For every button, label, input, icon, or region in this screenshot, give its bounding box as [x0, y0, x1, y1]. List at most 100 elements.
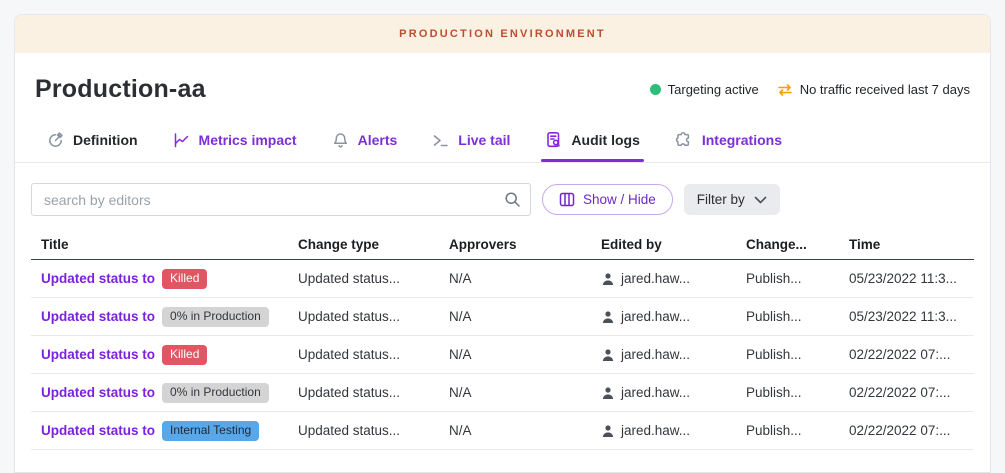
bell-icon — [332, 132, 349, 149]
table-body: Updated status to Killed Updated status.… — [31, 260, 974, 450]
approvers-cell: N/A — [449, 271, 601, 286]
change-cell: Publish... — [746, 271, 849, 286]
traffic-status-label: No traffic received last 7 days — [800, 82, 970, 97]
audit-logs-table: Title Change type Approvers Edited by Ch… — [31, 230, 974, 450]
change-cell: Publish... — [746, 347, 849, 362]
status-badge: Internal Testing — [162, 421, 259, 441]
edited-by-name: jared.haw... — [621, 347, 690, 362]
audit-entry-link[interactable]: Updated status to — [41, 271, 155, 286]
metrics-icon — [173, 132, 190, 149]
edited-by-name: jared.haw... — [621, 309, 690, 324]
change-type-cell: Updated status... — [298, 423, 449, 438]
audit-entry-link[interactable]: Updated status to — [41, 385, 155, 400]
column-header-title: Title — [31, 237, 298, 252]
column-header-change-type: Change type — [298, 237, 449, 252]
environment-card: PRODUCTION ENVIRONMENT Production-aa Tar… — [14, 14, 991, 473]
filter-by-button[interactable]: Filter by — [684, 184, 780, 215]
table-row: Updated status to 0% in Production Updat… — [31, 374, 974, 412]
search-wrap — [31, 183, 531, 216]
title-cell: Updated status to Killed — [31, 345, 298, 365]
column-header-change: Change... — [746, 237, 849, 252]
tab-integrations[interactable]: Integrations — [675, 118, 782, 162]
edited-by-cell: jared.haw... — [601, 309, 746, 324]
page-header: Production-aa Targeting active No traffi… — [15, 53, 990, 118]
tab-bar: Definition Metrics impact Alerts — [15, 118, 990, 163]
edited-by-name: jared.haw... — [621, 385, 690, 400]
time-cell: 02/22/2022 07:... — [849, 347, 974, 362]
definition-icon — [47, 132, 64, 149]
tab-metrics-impact[interactable]: Metrics impact — [173, 118, 297, 162]
approvers-cell: N/A — [449, 423, 601, 438]
traffic-arrows-icon — [777, 83, 793, 97]
person-icon — [601, 272, 615, 286]
tab-alerts-label: Alerts — [358, 132, 398, 148]
column-header-time: Time — [849, 237, 974, 252]
approvers-cell: N/A — [449, 309, 601, 324]
puzzle-icon — [675, 131, 693, 149]
edited-by-name: jared.haw... — [621, 271, 690, 286]
title-cell: Updated status to Killed — [31, 269, 298, 289]
targeting-status-label: Targeting active — [668, 82, 759, 97]
time-cell: 05/23/2022 11:3... — [849, 309, 974, 324]
tab-integrations-label: Integrations — [702, 132, 782, 148]
edited-by-cell: jared.haw... — [601, 271, 746, 286]
table-row: Updated status to Internal Testing Updat… — [31, 412, 974, 450]
person-icon — [601, 310, 615, 324]
banner-label: PRODUCTION ENVIRONMENT — [399, 28, 606, 40]
change-cell: Publish... — [746, 423, 849, 438]
edited-by-cell: jared.haw... — [601, 347, 746, 362]
status-badge: Killed — [162, 269, 207, 289]
audit-entry-link[interactable]: Updated status to — [41, 423, 155, 438]
table-row: Updated status to Killed Updated status.… — [31, 336, 974, 374]
edited-by-cell: jared.haw... — [601, 423, 746, 438]
status-group: Targeting active No traffic received las… — [650, 82, 970, 97]
terminal-icon — [432, 132, 449, 149]
change-cell: Publish... — [746, 385, 849, 400]
person-icon — [601, 424, 615, 438]
title-cell: Updated status to Internal Testing — [31, 421, 298, 441]
audit-entry-link[interactable]: Updated status to — [41, 309, 155, 324]
traffic-status: No traffic received last 7 days — [777, 82, 970, 97]
approvers-cell: N/A — [449, 347, 601, 362]
tab-audit-logs-label: Audit logs — [571, 132, 639, 148]
toolbar: Show / Hide Filter by — [15, 163, 990, 226]
columns-icon — [559, 192, 575, 207]
audit-log-icon — [545, 131, 562, 149]
green-dot-icon — [650, 84, 661, 95]
table-row: Updated status to Killed Updated status.… — [31, 260, 974, 298]
change-cell: Publish... — [746, 309, 849, 324]
column-header-approvers: Approvers — [449, 237, 601, 252]
targeting-status: Targeting active — [650, 82, 759, 97]
show-hide-label: Show / Hide — [583, 192, 656, 207]
edited-by-name: jared.haw... — [621, 423, 690, 438]
search-icon — [504, 191, 521, 213]
table-row: Updated status to 0% in Production Updat… — [31, 298, 974, 336]
tab-live-tail-label: Live tail — [458, 132, 510, 148]
tab-metrics-impact-label: Metrics impact — [199, 132, 297, 148]
status-badge: 0% in Production — [162, 307, 269, 327]
approvers-cell: N/A — [449, 385, 601, 400]
column-header-edited-by: Edited by — [601, 237, 746, 252]
time-cell: 02/22/2022 07:... — [849, 423, 974, 438]
status-badge: 0% in Production — [162, 383, 269, 403]
tab-definition[interactable]: Definition — [47, 118, 138, 162]
change-type-cell: Updated status... — [298, 271, 449, 286]
audit-entry-link[interactable]: Updated status to — [41, 347, 155, 362]
show-hide-button[interactable]: Show / Hide — [542, 184, 673, 215]
search-input[interactable] — [31, 183, 531, 216]
edited-by-cell: jared.haw... — [601, 385, 746, 400]
table-header-row: Title Change type Approvers Edited by Ch… — [31, 230, 974, 260]
production-environment-banner: PRODUCTION ENVIRONMENT — [15, 15, 990, 53]
change-type-cell: Updated status... — [298, 347, 449, 362]
time-cell: 02/22/2022 07:... — [849, 385, 974, 400]
chevron-down-icon — [754, 196, 767, 204]
tab-live-tail[interactable]: Live tail — [432, 118, 510, 162]
change-type-cell: Updated status... — [298, 385, 449, 400]
person-icon — [601, 348, 615, 362]
tab-audit-logs[interactable]: Audit logs — [545, 118, 639, 162]
status-badge: Killed — [162, 345, 207, 365]
title-cell: Updated status to 0% in Production — [31, 307, 298, 327]
change-type-cell: Updated status... — [298, 309, 449, 324]
tab-definition-label: Definition — [73, 132, 138, 148]
tab-alerts[interactable]: Alerts — [332, 118, 398, 162]
